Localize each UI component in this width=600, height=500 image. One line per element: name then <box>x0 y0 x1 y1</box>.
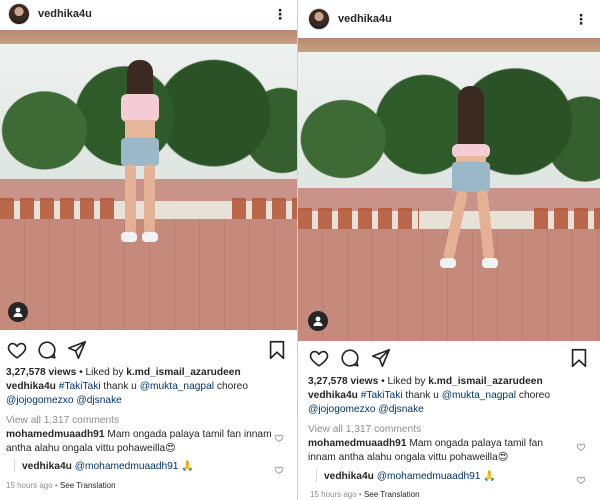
post-media[interactable] <box>0 30 297 330</box>
heart-icon[interactable] <box>6 339 28 361</box>
more-options-icon[interactable]: ⋮ <box>574 12 588 26</box>
reply-mention[interactable]: @mohamedmuaadh91 <box>377 471 481 482</box>
comment-username[interactable]: mohamedmuaadh91 <box>6 429 105 440</box>
small-heart-icon[interactable] <box>576 439 586 452</box>
user-tag-icon[interactable] <box>308 311 328 331</box>
post-username[interactable]: vedhika4u <box>338 13 574 25</box>
view-count[interactable]: 3,27,578 views <box>308 376 378 387</box>
liked-by-user[interactable]: k.md_ismail_azarudeen <box>428 376 542 387</box>
share-icon[interactable] <box>370 347 392 369</box>
view-all-comments-link[interactable]: View all 1,317 comments <box>308 423 594 437</box>
share-icon[interactable] <box>66 339 88 361</box>
dancer-figure <box>436 86 506 286</box>
reply-username[interactable]: vedhika4u <box>22 461 72 472</box>
views-line: 3,27,578 views • Liked by k.md_ismail_az… <box>6 366 291 380</box>
avatar[interactable] <box>308 8 330 30</box>
liked-by-label: Liked by <box>387 376 426 387</box>
bookmark-icon[interactable] <box>266 339 288 361</box>
caption-mention[interactable]: @jojogomezxo <box>308 404 376 415</box>
caption-mention[interactable]: @djsnake <box>378 404 423 415</box>
caption-mention[interactable]: @jojogomezxo <box>6 395 74 406</box>
post-actions <box>0 339 297 363</box>
post-header: vedhika4u ⋮ <box>298 5 600 33</box>
comment: mohamedmuaadh91 Mam ongada palaya tamil … <box>6 428 275 456</box>
caption-mention[interactable]: @djsnake <box>76 395 121 406</box>
reply: vedhika4u @mohamedmuaadh91 🙏 <box>324 470 572 484</box>
small-heart-icon[interactable] <box>274 430 284 443</box>
avatar[interactable] <box>8 3 30 25</box>
comment-icon[interactable] <box>339 347 361 369</box>
post-media[interactable] <box>298 38 600 341</box>
view-all-comments-link[interactable]: View all 1,317 comments <box>6 414 291 428</box>
reply-username[interactable]: vedhika4u <box>324 471 374 482</box>
post-meta: 15 hours ago • See Translation <box>310 490 420 499</box>
reply: vedhika4u @mohamedmuaadh91 🙏 <box>22 460 275 474</box>
caption: vedhika4u #TakiTaki thank u @mukta_nagpa… <box>308 389 594 417</box>
caption: vedhika4u #TakiTaki thank u @mukta_nagpa… <box>6 380 291 408</box>
comment-icon[interactable] <box>36 339 58 361</box>
post-left: vedhika4u ⋮ 3,27,578 views • Liked by k.… <box>0 0 297 500</box>
caption-mention[interactable]: @mukta_nagpal <box>442 390 516 401</box>
comment: mohamedmuaadh91 Mam ongada palaya tamil … <box>308 437 572 465</box>
reply-thread-line <box>316 468 317 482</box>
reply-text: 🙏 <box>178 461 194 472</box>
caption-username[interactable]: vedhika4u <box>308 390 358 401</box>
caption-text: thank u <box>100 381 140 392</box>
caption-hashtag[interactable]: #TakiTaki <box>361 390 403 401</box>
caption-text: thank u <box>402 390 442 401</box>
bookmark-icon[interactable] <box>568 347 590 369</box>
see-translation-link[interactable]: See Translation <box>60 481 116 490</box>
user-tag-icon[interactable] <box>8 302 28 322</box>
small-heart-icon[interactable] <box>576 472 586 485</box>
timestamp: 15 hours ago <box>310 490 357 499</box>
caption-username[interactable]: vedhika4u <box>6 381 56 392</box>
more-options-icon[interactable]: ⋮ <box>273 7 287 21</box>
dancer-figure <box>105 60 175 260</box>
reply-mention[interactable]: @mohamedmuaadh91 <box>75 461 179 472</box>
views-line: 3,27,578 views • Liked by k.md_ismail_az… <box>308 375 594 389</box>
caption-text-2: choreo <box>516 390 551 401</box>
caption-hashtag[interactable]: #TakiTaki <box>59 381 101 392</box>
caption-text-2: choreo <box>214 381 249 392</box>
heart-icon[interactable] <box>308 347 330 369</box>
small-heart-icon[interactable] <box>274 462 284 475</box>
liked-by-user[interactable]: k.md_ismail_azarudeen <box>126 367 240 378</box>
timestamp: 15 hours ago <box>6 481 53 490</box>
post-username[interactable]: vedhika4u <box>38 8 273 20</box>
post-meta: 15 hours ago • See Translation <box>6 481 116 490</box>
comment-username[interactable]: mohamedmuaadh91 <box>308 438 407 449</box>
view-count[interactable]: 3,27,578 views <box>6 367 76 378</box>
caption-mention[interactable]: @mukta_nagpal <box>140 381 214 392</box>
post-actions <box>298 347 600 371</box>
see-translation-link[interactable]: See Translation <box>364 490 420 499</box>
post-right: vedhika4u ⋮ 3,27,578 views • Liked by k.… <box>298 0 600 500</box>
reply-text: 🙏 <box>480 471 496 482</box>
liked-by-label: Liked by <box>85 367 124 378</box>
post-header: vedhika4u ⋮ <box>0 0 297 28</box>
reply-thread-line <box>14 458 15 472</box>
